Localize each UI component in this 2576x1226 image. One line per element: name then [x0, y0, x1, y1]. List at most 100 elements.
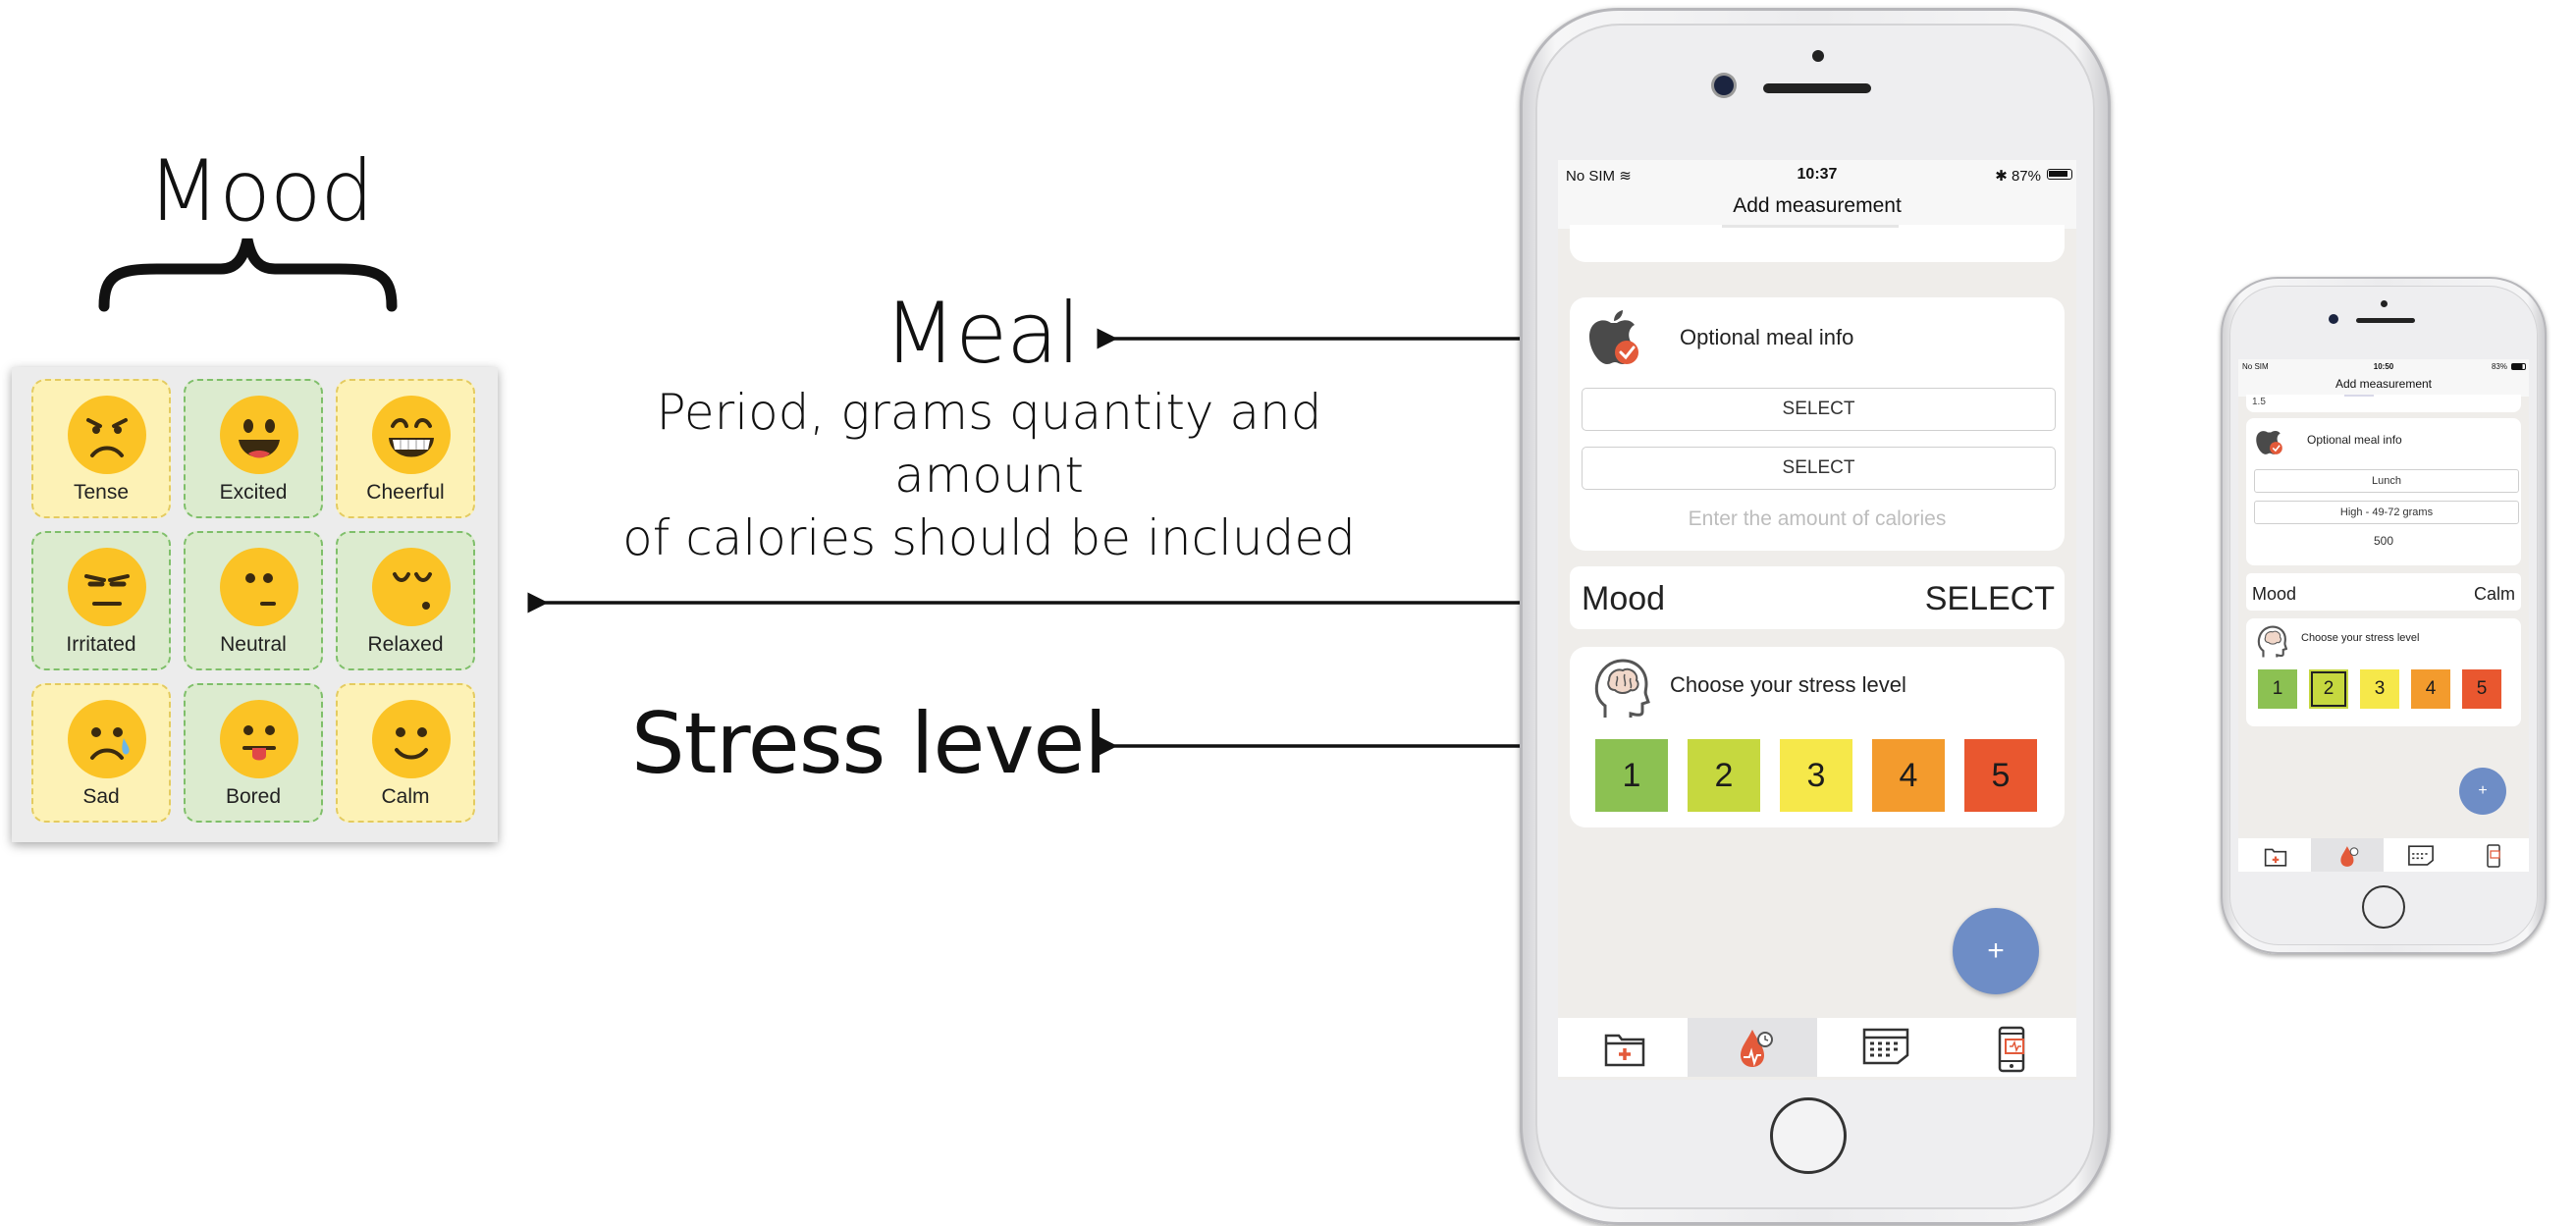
mood-select-button[interactable]: SELECT — [1925, 580, 2055, 618]
mood-option-calm: Calm — [336, 683, 475, 823]
mood-option-irritated: Irritated — [31, 531, 171, 670]
small-mood-row[interactable]: Mood Calm — [2246, 573, 2521, 611]
irritated-face-icon — [68, 548, 146, 626]
mood-option-label: Neutral — [220, 633, 287, 656]
small-phone-screen: No SIM 10:50 83% Add measurement 1.5 Opt… — [2238, 359, 2529, 872]
meal-annotation-description: Period, grams quantity and amount of cal… — [569, 381, 1409, 569]
small-medical-folder-icon — [2264, 848, 2287, 867]
small-tab-calendar[interactable] — [2384, 838, 2456, 872]
calm-face-icon — [372, 700, 451, 778]
small-speaker — [2356, 318, 2415, 323]
small-meal-card: Optional meal info Lunch High - 49-72 gr… — [2246, 418, 2521, 565]
small-previous-value: 1.5 — [2252, 397, 2266, 407]
brain-head-icon — [1594, 659, 1650, 718]
small-blood-drop-icon — [2340, 846, 2359, 867]
meal-desc-line-2: of calories should be included — [622, 509, 1356, 566]
mood-option-relaxed: Relaxed — [336, 531, 475, 670]
proximity-sensor — [1812, 50, 1824, 62]
stress-annotation-title: Stress level — [631, 695, 1107, 793]
mood-legend-title: Mood — [147, 142, 374, 240]
small-stress-card: Choose your stress level 12345 — [2246, 618, 2521, 726]
stress-card: Choose your stress level 12345 — [1570, 647, 2065, 827]
apple-check-icon — [1589, 310, 1638, 364]
stress-level-1-button[interactable]: 1 — [1595, 739, 1668, 812]
main-phone-screen: No SIM ≋ 10:37 ✱ 87% Add measurement Opt… — [1558, 160, 2076, 1080]
small-tab-phone[interactable] — [2456, 838, 2529, 872]
excited-face-icon — [220, 396, 298, 474]
mood-option-excited: Excited — [184, 379, 323, 518]
small-tab-bar — [2238, 838, 2529, 872]
mood-option-bored: Bored — [184, 683, 323, 823]
mood-option-sad: Sad — [31, 683, 171, 823]
small-status-battery: 83% — [2491, 362, 2507, 371]
calories-input[interactable]: Enter the amount of calories — [1570, 507, 2065, 531]
cheerful-face-icon — [372, 396, 451, 474]
meal-period-select[interactable]: SELECT — [1582, 388, 2056, 431]
stress-level-3-button[interactable]: 3 — [1780, 739, 1852, 812]
meal-card: Optional meal info SELECT SELECT Enter t… — [1570, 297, 2065, 551]
front-camera — [1714, 76, 1734, 95]
small-nav-bar-title: Add measurement — [2238, 375, 2529, 397]
small-stress-level-1-button[interactable]: 1 — [2258, 669, 2297, 709]
small-tab-medical-folder[interactable] — [2238, 838, 2311, 872]
status-bar: No SIM ≋ 10:37 ✱ 87% — [1558, 160, 2076, 189]
small-phone-icon — [2487, 844, 2500, 868]
small-add-fab-button[interactable]: + — [2459, 768, 2506, 815]
small-stress-level-4-button[interactable]: 4 — [2411, 669, 2450, 709]
tab-measurement[interactable] — [1688, 1018, 1817, 1077]
tab-medical-folder[interactable] — [1558, 1018, 1688, 1077]
stress-level-4-button[interactable]: 4 — [1872, 739, 1945, 812]
bored-face-icon — [220, 700, 298, 778]
phone-icon — [1998, 1026, 2025, 1073]
add-fab-button[interactable]: + — [1953, 908, 2039, 994]
mood-option-label: Excited — [219, 481, 288, 504]
mood-row[interactable]: Mood SELECT — [1570, 566, 2065, 629]
stress-level-5-button[interactable]: 5 — [1964, 739, 2037, 812]
home-button[interactable] — [1770, 1097, 1847, 1174]
mood-option-label: Relaxed — [367, 633, 444, 656]
tab-phone[interactable] — [1947, 1018, 2076, 1077]
mood-option-cheerful: Cheerful — [336, 379, 475, 518]
stress-card-title: Choose your stress level — [1670, 672, 1906, 697]
small-battery-icon — [2511, 363, 2526, 370]
neutral-face-icon — [220, 548, 298, 626]
tab-calendar[interactable] — [1817, 1018, 1947, 1077]
small-previous-card: 1.5 — [2246, 395, 2521, 412]
meal-card-title: Optional meal info — [1680, 325, 1854, 349]
small-stress-level-5-button[interactable]: 5 — [2462, 669, 2501, 709]
small-meal-period[interactable]: Lunch — [2254, 469, 2519, 493]
tense-face-icon — [68, 396, 146, 474]
bluetooth-icon: ✱ — [1995, 168, 2008, 185]
mood-row-label: Mood — [1582, 580, 1666, 617]
meal-annotation-title: Meal — [884, 285, 1081, 383]
meal-grams-select[interactable]: SELECT — [1582, 447, 2056, 490]
small-stress-card-title: Choose your stress level — [2301, 632, 2420, 644]
small-stress-level-2-button[interactable]: 2 — [2309, 669, 2348, 709]
small-meal-card-title: Optional meal info — [2307, 433, 2402, 447]
small-mood-label: Mood — [2252, 584, 2297, 604]
small-meal-grams[interactable]: High - 49-72 grams — [2254, 501, 2519, 524]
nav-bar-title: Add measurement — [1558, 189, 2076, 229]
stress-level-2-button[interactable]: 2 — [1688, 739, 1760, 812]
small-mood-value[interactable]: Calm — [2474, 584, 2515, 605]
small-stress-level-3-button[interactable]: 3 — [2360, 669, 2399, 709]
mood-option-label: Calm — [381, 785, 430, 808]
small-home-button[interactable] — [2362, 885, 2405, 929]
sad-face-icon — [68, 700, 146, 778]
small-proximity-sensor — [2381, 300, 2388, 307]
small-calendar-icon — [2408, 845, 2434, 866]
small-tab-measurement[interactable] — [2311, 838, 2384, 872]
tab-bar — [1558, 1018, 2076, 1077]
small-status-bar: No SIM 10:50 83% — [2238, 359, 2529, 375]
earpiece-speaker — [1763, 83, 1871, 93]
mood-option-label: Sad — [82, 785, 120, 808]
meal-desc-line-1: Period, grams quantity and amount — [656, 384, 1322, 504]
medical-folder-icon — [1604, 1034, 1645, 1067]
relaxed-face-icon — [372, 548, 451, 626]
mood-legend-panel: Tense Excited Cheerful Irritated Neutral Rela… — [12, 367, 498, 842]
small-calories-value[interactable]: 500 — [2246, 534, 2521, 548]
calendar-icon — [1862, 1028, 1909, 1065]
mood-option-label: Irritated — [66, 633, 136, 656]
small-status-time: 10:50 — [2373, 362, 2394, 371]
mood-option-tense: Tense — [31, 379, 171, 518]
